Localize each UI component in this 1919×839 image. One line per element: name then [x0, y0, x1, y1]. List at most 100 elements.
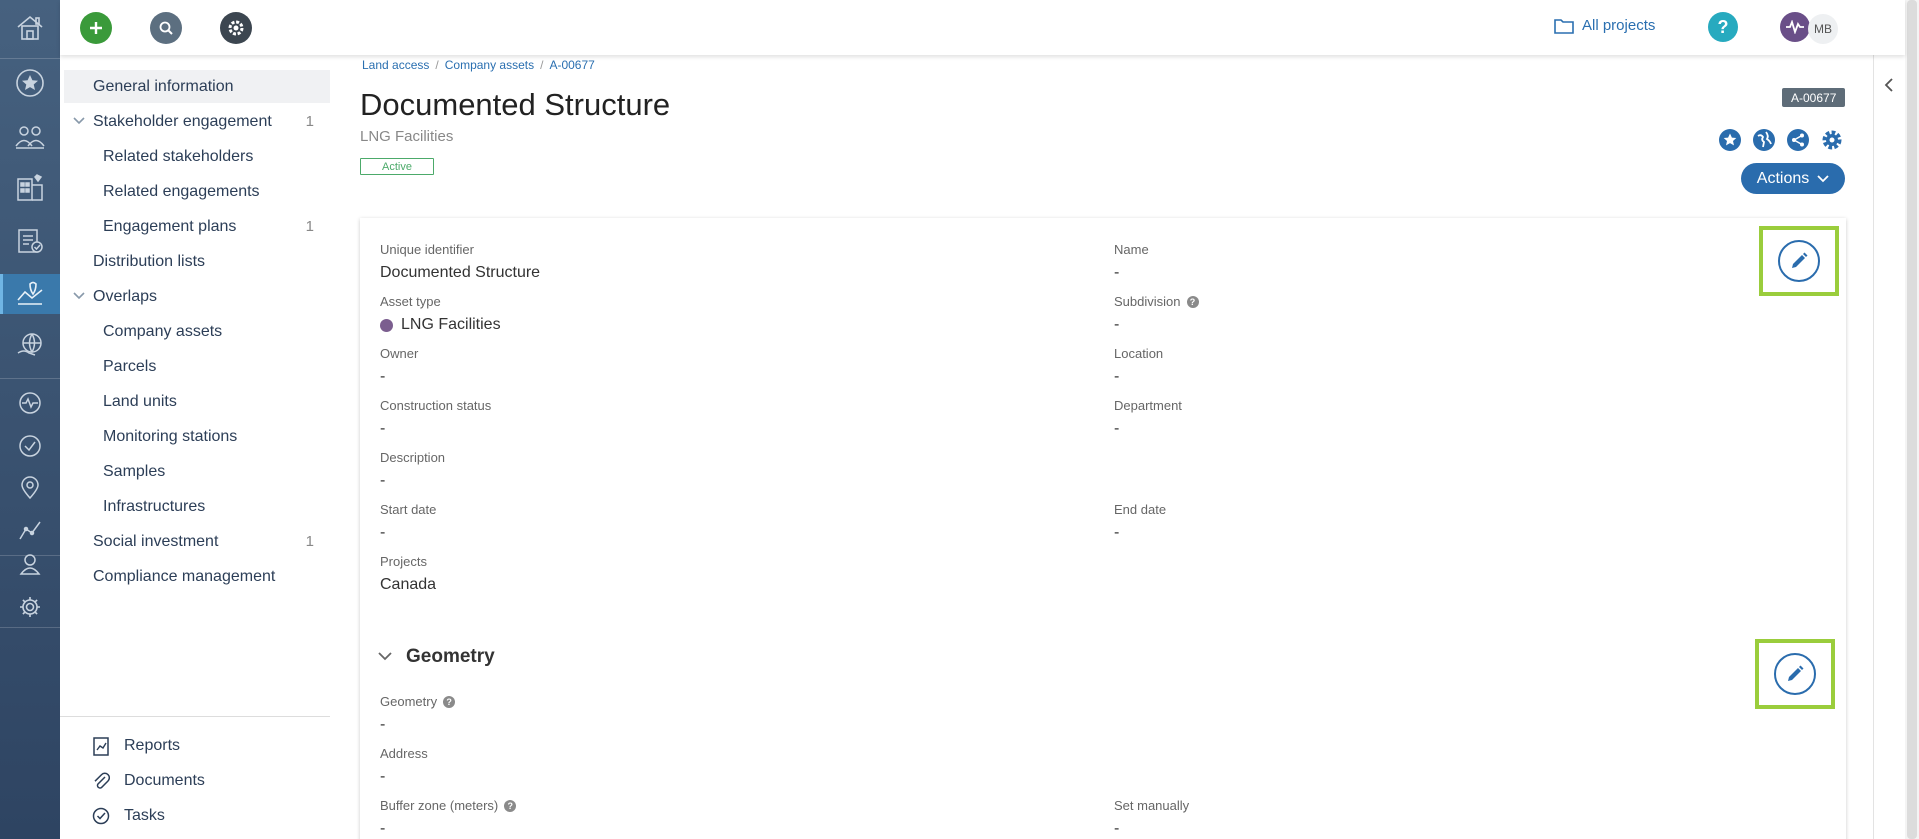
chevron-left-icon	[1884, 78, 1893, 92]
help-icon[interactable]: ?	[1186, 295, 1199, 308]
nav-count: 1	[305, 533, 314, 550]
location-pin-icon[interactable]	[0, 468, 60, 508]
nav-samples[interactable]: Samples	[64, 455, 330, 488]
nav-social-investment[interactable]: Social investment 1	[64, 525, 330, 558]
nav-general-information[interactable]: General information	[64, 70, 330, 103]
search-button[interactable]	[150, 12, 182, 44]
nav-stakeholder-engagement[interactable]: Stakeholder engagement 1	[64, 105, 330, 138]
nav-related-engagements[interactable]: Related engagements	[64, 175, 330, 208]
check-circle-icon	[92, 807, 110, 824]
buildings-icon[interactable]	[0, 168, 60, 208]
plus-icon	[90, 22, 102, 34]
favorite-star-icon[interactable]	[1718, 128, 1742, 152]
field-label: Department	[1114, 398, 1182, 413]
actions-button[interactable]: Actions	[1741, 163, 1845, 194]
home-icon[interactable]	[0, 7, 60, 47]
field-label: Start date	[380, 502, 437, 517]
add-button[interactable]	[80, 12, 112, 44]
share-icon[interactable]	[1786, 128, 1810, 152]
record-id-tag: A-00677	[1782, 88, 1846, 107]
nav-compliance-management[interactable]: Compliance management	[64, 560, 330, 593]
help-icon[interactable]: ?	[504, 799, 517, 812]
gear-icon	[228, 20, 244, 36]
field-label: Address	[380, 746, 428, 761]
nav-land-units[interactable]: Land units	[64, 385, 330, 418]
nav-tasks[interactable]: Tasks	[92, 799, 165, 832]
section-title: Geometry	[406, 646, 495, 667]
record-settings-gear-icon[interactable]	[1820, 128, 1844, 152]
chevron-down-icon[interactable]	[378, 652, 392, 662]
nav-monitoring-stations[interactable]: Monitoring stations	[64, 420, 330, 453]
field-label: Projects	[380, 554, 427, 569]
field-label: End date	[1114, 502, 1167, 517]
search-icon	[159, 21, 173, 35]
pulse-icon	[1786, 20, 1804, 34]
favorites-icon[interactable]	[0, 63, 60, 103]
help-icon[interactable]: ?	[443, 695, 456, 708]
subdivision-value: -	[1114, 316, 1120, 333]
stakeholders-icon[interactable]	[0, 116, 60, 156]
nav-distribution-lists[interactable]: Distribution lists	[64, 245, 330, 278]
geometry-value: -	[380, 716, 386, 733]
avatar[interactable]: MB	[1808, 14, 1838, 44]
projects-value[interactable]: Canada	[380, 576, 436, 594]
compliance-icon[interactable]	[0, 221, 60, 261]
section-nav: General information Stakeholder engageme…	[60, 55, 330, 839]
scrollbar-thumb[interactable]	[1907, 0, 1917, 839]
app-window: All projects ? MB General information St…	[0, 0, 1919, 839]
pencil-icon	[1792, 252, 1808, 268]
admin-gear-icon[interactable]	[0, 587, 60, 627]
folder-icon	[1554, 18, 1574, 34]
end-date-value: -	[1114, 524, 1120, 541]
breadcrumb-current[interactable]: A-00677	[549, 58, 594, 72]
nav-related-stakeholders[interactable]: Related stakeholders	[64, 140, 330, 173]
details-card: Unique identifier Documented Structure N…	[360, 218, 1846, 839]
app-rail	[0, 0, 60, 839]
chevron-down-icon[interactable]	[72, 289, 86, 303]
globe-hand-icon[interactable]	[0, 326, 60, 366]
panel-collapse-button[interactable]	[1880, 74, 1898, 96]
land-access-icon[interactable]	[0, 274, 60, 314]
all-projects-link[interactable]: All projects	[1554, 17, 1655, 34]
edit-geometry-button[interactable]	[1774, 653, 1816, 695]
edit-details-button[interactable]	[1778, 240, 1820, 282]
name-value: -	[1114, 264, 1120, 281]
monitoring-icon[interactable]	[0, 383, 60, 423]
nav-infrastructures[interactable]: Infrastructures	[64, 490, 330, 523]
nav-engagement-plans[interactable]: Engagement plans 1	[64, 210, 330, 243]
user-icon[interactable]	[0, 544, 60, 584]
field-label: Name	[1114, 242, 1149, 257]
nav-documents[interactable]: Documents	[92, 764, 205, 797]
nav-overlaps[interactable]: Overlaps	[64, 280, 330, 313]
breadcrumb-link[interactable]: Company assets	[445, 58, 534, 72]
rail-divider	[0, 58, 60, 59]
help-button[interactable]: ?	[1708, 12, 1738, 42]
nav-reports[interactable]: Reports	[92, 729, 180, 762]
nav-parcels[interactable]: Parcels	[64, 350, 330, 383]
activity-button[interactable]	[1780, 12, 1810, 42]
construction-status-value: -	[380, 420, 386, 437]
geometry-section-header[interactable]: Geometry	[378, 646, 495, 668]
settings-button[interactable]	[220, 12, 252, 44]
paperclip-icon	[94, 772, 110, 789]
tasks-check-icon[interactable]	[0, 426, 60, 466]
field-label: Location	[1114, 346, 1164, 361]
field-label: Construction status	[380, 398, 492, 413]
nav-company-assets[interactable]: Company assets	[64, 315, 330, 348]
breadcrumb-link[interactable]: Land access	[362, 58, 429, 72]
field-label: Set manually	[1114, 798, 1190, 813]
department-value: -	[1114, 420, 1120, 437]
unique-identifier-value: Documented Structure	[380, 264, 541, 281]
all-projects-label: All projects	[1582, 17, 1656, 34]
location-value: -	[1114, 368, 1120, 385]
buffer-zone-label: Buffer zone (meters) ?	[380, 798, 517, 813]
address-value: -	[380, 768, 386, 785]
chevron-down-icon[interactable]	[72, 114, 86, 128]
actions-label: Actions	[1756, 169, 1810, 187]
subdivision-label: Subdivision ?	[1114, 294, 1199, 309]
description-value: -	[380, 472, 386, 489]
set-manually-value: -	[1114, 820, 1120, 837]
globe-icon[interactable]	[1752, 128, 1776, 152]
field-label: Asset type	[380, 294, 441, 309]
geometry-label: Geometry ?	[380, 694, 456, 709]
